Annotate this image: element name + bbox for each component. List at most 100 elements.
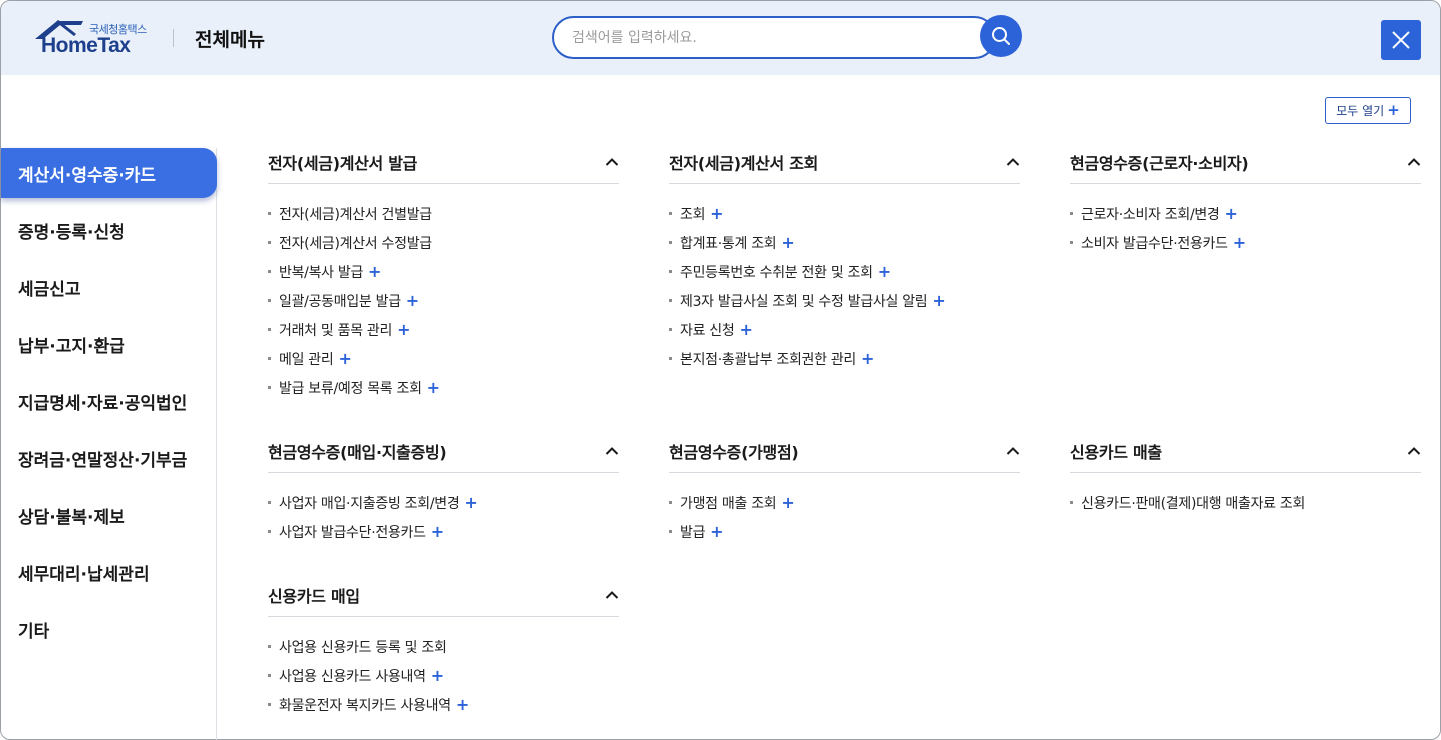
sidebar-item-other[interactable]: 기타 — [1, 604, 217, 654]
menu-link-label: 신용카드·판매(결제)대행 매출자료 조회 — [1081, 495, 1306, 512]
menu-link[interactable]: 발급 보류/예정 목록 조회 + — [268, 373, 619, 402]
bullet-icon — [669, 530, 672, 533]
sidebar-item-invoice-receipt-card[interactable]: 계산서·영수증·카드 — [1, 148, 217, 198]
hometax-logo[interactable]: 국세청홈택스 HomeTax — [33, 17, 153, 59]
expand-all-label: 모두 열기 — [1336, 104, 1385, 118]
section-item-list: 전자(세금)계산서 건별발급전자(세금)계산서 수정발급 반복/복사 발급 + 일괄/… — [268, 199, 619, 402]
section-item-list: 신용카드·판매(결제)대행 매출자료 조회 — [1070, 488, 1421, 517]
menu-link[interactable]: 발급 + — [669, 517, 1020, 546]
sidebar-item-incentive-yearend[interactable]: 장려금·연말정산·기부금 — [1, 433, 217, 483]
menu-link[interactable]: 조회 + — [669, 199, 1020, 228]
search-input[interactable] — [572, 27, 952, 49]
menu-link[interactable]: 메일 관리 + — [268, 344, 619, 373]
menu-link[interactable]: 사업자 매입·지출증빙 조회/변경 + — [268, 488, 619, 517]
section-title: 신용카드 매입 — [268, 586, 360, 606]
chevron-up-icon[interactable] — [1006, 446, 1020, 456]
menu-link[interactable]: 전자(세금)계산서 수정발급 — [268, 228, 619, 257]
plus-icon[interactable]: + — [368, 263, 381, 280]
menu-link[interactable]: 제3자 발급사실 조회 및 수정 발급사실 알림 + — [669, 286, 1020, 315]
menu-link[interactable]: 합계표·통계 조회 + — [669, 228, 1020, 257]
sidebar-item-consult-appeal[interactable]: 상담·불복·제보 — [1, 490, 217, 540]
plus-icon[interactable]: + — [710, 205, 723, 222]
menu-link[interactable]: 신용카드·판매(결제)대행 매출자료 조회 — [1070, 488, 1421, 517]
bullet-icon — [268, 328, 271, 331]
expand-all-button[interactable]: 모두 열기 + — [1325, 97, 1411, 124]
menu-link[interactable]: 전자(세금)계산서 건별발급 — [268, 199, 619, 228]
menu-link[interactable]: 화물운전자 복지카드 사용내역 + — [268, 690, 619, 719]
menu-link-label: 거래처 및 품목 관리 — [279, 322, 393, 339]
plus-icon[interactable]: + — [406, 292, 419, 309]
sidebar-item-payment-refund[interactable]: 납부·고지·환급 — [1, 319, 217, 369]
chevron-up-icon[interactable] — [605, 590, 619, 600]
bullet-icon — [268, 270, 271, 273]
bullet-icon — [268, 703, 271, 706]
sidebar-item-label: 지급명세·자료·공익법인 — [18, 393, 188, 414]
bullet-icon — [669, 357, 672, 360]
menu-section: 전자(세금)계산서 조회조회 + 합계표·통계 조회 + 주민등록번호 수취분 전환 및… — [669, 140, 1020, 373]
plus-icon[interactable]: + — [781, 494, 794, 511]
menu-section: 전자(세금)계산서 발급전자(세금)계산서 건별발급전자(세금)계산서 수정발급… — [268, 140, 619, 402]
section-header[interactable]: 현금영수증(매입·지출증빙) — [268, 429, 619, 473]
sidebar-item-tax-report[interactable]: 세금신고 — [1, 262, 217, 312]
menu-link[interactable]: 자료 신청 + — [669, 315, 1020, 344]
chevron-up-icon[interactable] — [605, 446, 619, 456]
section-header[interactable]: 전자(세금)계산서 발급 — [268, 140, 619, 184]
plus-icon[interactable]: + — [739, 321, 752, 338]
menu-link[interactable]: 가맹점 매출 조회 + — [669, 488, 1020, 517]
chevron-up-icon[interactable] — [1407, 157, 1421, 167]
bullet-icon — [1070, 501, 1073, 504]
menu-link-label: 근로자·소비자 조회/변경 — [1081, 206, 1220, 223]
plus-icon[interactable]: + — [861, 350, 874, 367]
sidebar-item-label: 증명·등록·신청 — [18, 222, 125, 243]
plus-icon[interactable]: + — [1225, 205, 1238, 222]
section-title: 신용카드 매출 — [1070, 442, 1162, 462]
chevron-up-icon[interactable] — [605, 157, 619, 167]
sidebar-item-certificate-registration[interactable]: 증명·등록·신청 — [1, 205, 217, 255]
menu-link[interactable]: 반복/복사 발급 + — [268, 257, 619, 286]
chevron-up-icon[interactable] — [1407, 446, 1421, 456]
menu-link[interactable]: 주민등록번호 수취분 전환 및 조회 + — [669, 257, 1020, 286]
menu-link[interactable]: 사업용 신용카드 사용내역 + — [268, 661, 619, 690]
menu-link[interactable]: 사업용 신용카드 등록 및 조회 — [268, 632, 619, 661]
plus-icon[interactable]: + — [878, 263, 891, 280]
search-button[interactable] — [980, 15, 1022, 57]
bullet-icon — [669, 241, 672, 244]
menu-link[interactable]: 거래처 및 품목 관리 + — [268, 315, 619, 344]
sidebar-item-payment-statement[interactable]: 지급명세·자료·공익법인 — [1, 376, 217, 426]
section-header[interactable]: 신용카드 매입 — [268, 573, 619, 617]
plus-icon[interactable]: + — [1233, 234, 1246, 251]
menu-link-label: 사업자 발급수단·전용카드 — [279, 524, 426, 541]
section-header[interactable]: 신용카드 매출 — [1070, 429, 1421, 473]
menu-link[interactable]: 본지점·총괄납부 조회권한 관리 + — [669, 344, 1020, 373]
menu-link[interactable]: 소비자 발급수단·전용카드 + — [1070, 228, 1421, 257]
menu-link[interactable]: 사업자 발급수단·전용카드 + — [268, 517, 619, 546]
plus-icon: + — [1387, 101, 1400, 119]
close-button[interactable] — [1381, 20, 1421, 60]
section-header[interactable]: 현금영수증(가맹점) — [669, 429, 1020, 473]
menu-section: 현금영수증(가맹점) 가맹점 매출 조회 + 발급 + — [669, 429, 1020, 546]
plus-icon[interactable]: + — [397, 321, 410, 338]
menu-section: 신용카드 매출신용카드·판매(결제)대행 매출자료 조회 — [1070, 429, 1421, 517]
plus-icon[interactable]: + — [456, 696, 469, 713]
menu-link[interactable]: 일괄/공동매입분 발급 + — [268, 286, 619, 315]
plus-icon[interactable]: + — [464, 494, 477, 511]
sidebar-item-tax-agent[interactable]: 세무대리·납세관리 — [1, 547, 217, 597]
menu-link-label: 가맹점 매출 조회 — [680, 495, 777, 512]
plus-icon[interactable]: + — [710, 523, 723, 540]
menu-link-label: 자료 신청 — [680, 322, 735, 339]
bullet-icon — [669, 501, 672, 504]
plus-icon[interactable]: + — [781, 234, 794, 251]
plus-icon[interactable]: + — [338, 350, 351, 367]
section-title: 현금영수증(가맹점) — [669, 442, 799, 462]
menu-link[interactable]: 근로자·소비자 조회/변경 + — [1070, 199, 1421, 228]
plus-icon[interactable]: + — [431, 523, 444, 540]
plus-icon[interactable]: + — [932, 292, 945, 309]
menu-link-label: 전자(세금)계산서 건별발급 — [279, 206, 432, 223]
chevron-up-icon[interactable] — [1006, 157, 1020, 167]
sidebar-item-label: 계산서·영수증·카드 — [18, 165, 157, 186]
section-header[interactable]: 현금영수증(근로자·소비자) — [1070, 140, 1421, 184]
sidebar-item-label: 상담·불복·제보 — [18, 507, 125, 528]
plus-icon[interactable]: + — [427, 379, 440, 396]
plus-icon[interactable]: + — [431, 667, 444, 684]
section-header[interactable]: 전자(세금)계산서 조회 — [669, 140, 1020, 184]
